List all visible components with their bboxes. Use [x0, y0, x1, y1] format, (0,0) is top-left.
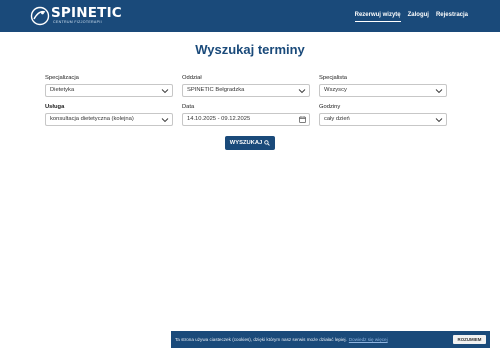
logo-mark-icon	[30, 6, 50, 26]
nav-zaloguj[interactable]: Zaloguj	[408, 12, 429, 22]
oddzial-value: SPINETIC Bełgradzka	[187, 87, 245, 93]
usluga-label: Usługa	[45, 104, 65, 110]
nav-rezerwuj-wizyte[interactable]: Rezerwuj wizytę	[354, 12, 401, 22]
oddzial-label: Oddział	[182, 75, 202, 81]
chevron-down-icon	[161, 89, 169, 94]
search-icon	[264, 140, 271, 146]
cookie-more-link[interactable]: Dowiedz się więcej	[349, 337, 388, 342]
top-navbar: SPINETIC CENTRUM FIZJOTERAPII Rezerwuj w…	[0, 0, 500, 32]
cookie-text: Ta strona używa ciasteczek (cookies), dz…	[175, 337, 347, 342]
chevron-down-icon	[435, 118, 443, 123]
data-label: Data	[182, 104, 195, 110]
logo-subtitle: CENTRUM FIZJOTERAPII	[53, 20, 102, 25]
cookie-accept-button[interactable]: ROZUMIEM	[453, 335, 486, 344]
main-nav: Rezerwuj wizytę Zaloguj Rejestracja	[348, 12, 468, 22]
data-value: 14.10.2025 - 09.12.2025	[187, 116, 251, 122]
oddzial-select[interactable]: SPINETIC Bełgradzka	[182, 84, 310, 97]
cookie-bar: Ta strona używa ciasteczek (cookies), dz…	[171, 331, 490, 348]
specjalista-label: Specjalista	[319, 75, 348, 81]
specjalista-select[interactable]: Wszyscy	[319, 84, 447, 97]
godziny-label: Godziny	[319, 104, 341, 110]
logo[interactable]: SPINETIC CENTRUM FIZJOTERAPII	[30, 4, 122, 28]
godziny-value: cały dzień	[324, 116, 350, 122]
godziny-select[interactable]: cały dzień	[319, 113, 447, 126]
logo-name: SPINETIC	[51, 4, 122, 21]
page-title: Wyszukaj terminy	[195, 42, 305, 57]
usluga-value: konsultacja dietetyczna (kolejna)	[50, 116, 134, 122]
usluga-select[interactable]: konsultacja dietetyczna (kolejna)	[45, 113, 173, 126]
search-button[interactable]: WYSZUKAJ	[225, 136, 275, 150]
search-button-label: WYSZUKAJ	[229, 140, 263, 146]
specjalizacja-label: Specjalizacja	[45, 75, 79, 81]
chevron-down-icon	[435, 89, 443, 94]
chevron-down-icon	[298, 89, 306, 94]
data-input[interactable]: 14.10.2025 - 09.12.2025	[182, 113, 310, 126]
specjalizacja-select[interactable]: Dietetyka	[45, 84, 173, 97]
chevron-down-icon	[161, 118, 169, 123]
specjalista-value: Wszyscy	[324, 87, 347, 93]
specjalizacja-value: Dietetyka	[50, 87, 75, 93]
nav-rejestracja[interactable]: Rejestracja	[436, 12, 468, 22]
calendar-icon[interactable]	[299, 116, 306, 123]
